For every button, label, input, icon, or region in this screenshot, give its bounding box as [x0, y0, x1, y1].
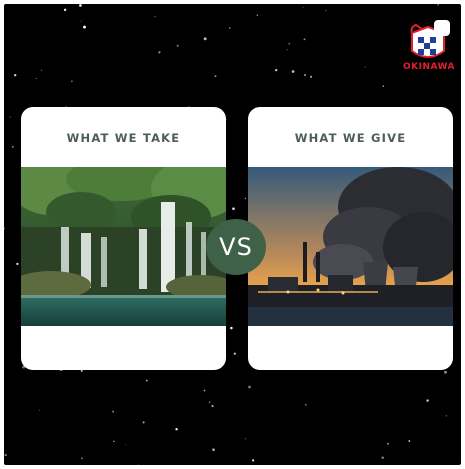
star: [325, 10, 327, 12]
star: [11, 145, 14, 148]
star: [303, 38, 306, 41]
star: [14, 74, 17, 77]
star: [381, 456, 384, 460]
star: [310, 75, 313, 78]
star: [256, 14, 259, 16]
star: [158, 51, 161, 54]
star: [80, 369, 83, 372]
star: [444, 370, 447, 374]
star: [154, 16, 156, 18]
star: [286, 49, 288, 51]
star: [112, 410, 115, 413]
star: [244, 197, 246, 199]
star: [79, 4, 82, 7]
star: [38, 409, 40, 411]
star: [35, 77, 37, 79]
star: [426, 399, 429, 402]
star: [364, 66, 366, 68]
okinawa-logo: OKINAWA: [400, 19, 458, 77]
star: [291, 70, 295, 73]
star: [382, 85, 385, 87]
star: [387, 442, 389, 445]
star: [229, 27, 231, 29]
star: [142, 421, 145, 424]
star: [208, 401, 211, 404]
card-title-give: WHAT WE GIVE: [294, 131, 407, 145]
star: [244, 438, 246, 440]
star: [303, 73, 307, 77]
star: [232, 207, 235, 211]
star: [81, 457, 83, 460]
star: [305, 404, 307, 406]
waterfall-photo: [21, 167, 226, 326]
card-title-take: WHAT WE TAKE: [66, 131, 181, 145]
star: [445, 415, 448, 417]
vs-badge: VS: [206, 219, 266, 275]
star: [9, 116, 11, 118]
star: [203, 389, 206, 392]
star: [288, 42, 291, 45]
star: [176, 44, 179, 47]
corner-square-icon: [434, 20, 450, 36]
star: [437, 4, 439, 6]
star: [214, 75, 217, 78]
star: [83, 25, 86, 29]
star: [63, 8, 67, 12]
star: [80, 20, 82, 22]
star: [4, 454, 7, 457]
star: [275, 68, 278, 72]
card-what-we-take: WHAT WE TAKE: [21, 107, 226, 370]
power-plant-smoke-photo: [248, 167, 453, 326]
star: [252, 459, 255, 462]
star: [175, 427, 178, 431]
star: [408, 440, 411, 442]
star: [211, 405, 214, 408]
star: [302, 7, 304, 9]
card-what-we-give: WHAT WE GIVE: [248, 107, 453, 370]
star: [4, 227, 5, 230]
star: [233, 352, 236, 355]
star: [71, 80, 73, 82]
star: [125, 444, 127, 446]
star: [113, 440, 115, 443]
star: [230, 326, 233, 330]
star: [16, 262, 19, 266]
star: [248, 385, 251, 389]
logo-text: OKINAWA: [402, 62, 456, 72]
star: [40, 69, 42, 71]
star: [203, 37, 207, 41]
star: [138, 463, 140, 465]
star: [212, 448, 215, 452]
post-frame: OKINAWA WHAT WE TAKE WHAT WE GIVE VS: [4, 4, 461, 465]
star: [145, 379, 148, 382]
